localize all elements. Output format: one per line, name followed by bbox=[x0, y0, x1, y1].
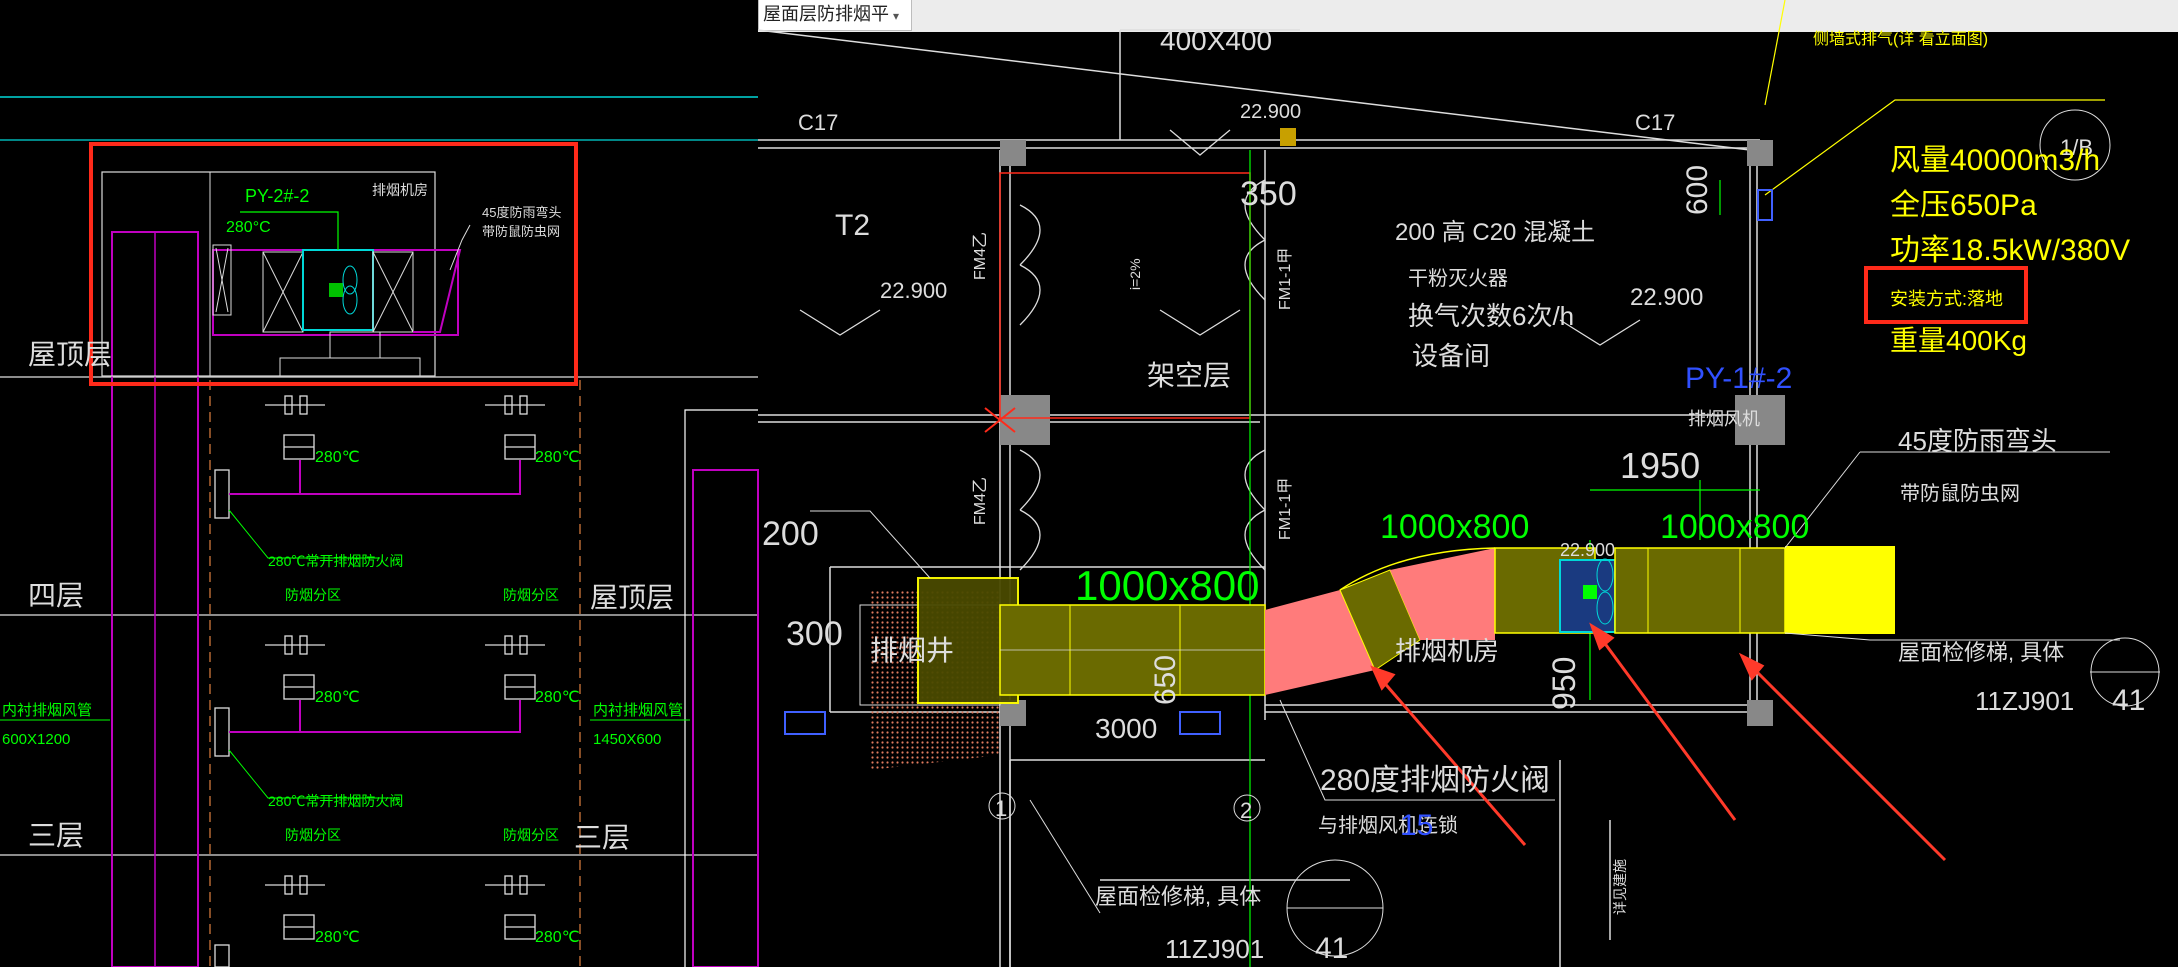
floor-label-f3: 三层 bbox=[28, 820, 84, 851]
right-duct-size: 1450X600 bbox=[593, 731, 661, 748]
left-duct-label: 内衬排烟风管 bbox=[2, 702, 92, 719]
dim350: 350 bbox=[1240, 175, 1297, 213]
cad-drawing[interactable]: 屋顶层 四层 三层 屋顶层 三层 PY-2#-2 排烟机房 280°C 45度防… bbox=[0, 0, 2178, 967]
duct-size-b: 1000x800 bbox=[1380, 508, 1529, 546]
spec-weight: 重量400Kg bbox=[1890, 325, 2027, 356]
dim3000: 3000 bbox=[1095, 713, 1157, 744]
ref2-41: 41 bbox=[1315, 932, 1348, 965]
slab-note: 200 高 C20 混凝土 bbox=[1395, 219, 1595, 246]
fan-label: 排烟风机 bbox=[1688, 409, 1760, 429]
elev-right: 22.900 bbox=[1630, 284, 1703, 311]
axis-2: 2 bbox=[1240, 798, 1252, 823]
left-temp-top: 280°C bbox=[226, 219, 271, 236]
left-fan-id: PY-2#-2 bbox=[245, 186, 309, 206]
elev-duct: 22.900 bbox=[1560, 540, 1615, 560]
left-zone-2b: 防烟分区 bbox=[503, 827, 559, 843]
c17b: C17 bbox=[1635, 110, 1675, 135]
left-temp-3a: 280℃ bbox=[315, 929, 360, 946]
elev-left: 22.900 bbox=[880, 278, 947, 303]
left-bend-line2: 带防鼠防虫网 bbox=[482, 224, 560, 239]
left-duct-size: 600X1200 bbox=[2, 731, 70, 748]
code-15: 15 bbox=[1400, 809, 1433, 842]
fm1b: FM1-1甲 bbox=[1277, 478, 1294, 540]
dim950: 950 bbox=[1546, 657, 1582, 710]
ref2-11zj: 11ZJ901 bbox=[1165, 934, 1264, 964]
ref-11zj: 11ZJ901 bbox=[1975, 686, 2074, 716]
air-change: 换气次数6次/h bbox=[1408, 301, 1574, 331]
spec-mount: 安装方式:落地 bbox=[1890, 289, 2003, 309]
left-temp-2b: 280℃ bbox=[535, 689, 580, 706]
bend-label: 45度防雨弯头 bbox=[1898, 426, 2057, 456]
left-fan-room: 排烟机房 bbox=[372, 182, 428, 198]
fm4a: FM4乙 bbox=[972, 232, 989, 280]
duct-size-a: 1000x800 bbox=[1075, 562, 1260, 609]
equipment-room: 设备间 bbox=[1412, 341, 1490, 371]
left-zone-1b: 防烟分区 bbox=[503, 587, 559, 603]
fan-room: 排烟机房 bbox=[1395, 636, 1499, 666]
slope: i=2% bbox=[1127, 258, 1143, 290]
duct-size-c: 1000x800 bbox=[1660, 508, 1809, 546]
shaft-label: 排烟井 bbox=[870, 635, 954, 666]
c17a: C17 bbox=[798, 110, 838, 135]
dim1950: 1950 bbox=[1620, 445, 1700, 486]
spec-power: 功率18.5kW/380V bbox=[1890, 234, 2130, 267]
roof-ladder: 屋面检修梯, 具体 bbox=[1898, 640, 2064, 665]
left-valve-note-1: 280℃常开排烟防火阀 bbox=[268, 553, 403, 569]
fan-id: PY-1#-2 bbox=[1685, 362, 1792, 395]
highlight-box-left bbox=[89, 142, 578, 386]
top-dim: 400X400 bbox=[1160, 25, 1272, 56]
left-temp-2a: 280℃ bbox=[315, 689, 360, 706]
left-valve-note-2: 280℃常开排烟防火阀 bbox=[268, 793, 403, 809]
note-top: 侧墙式排气(详 看立面图) bbox=[1813, 30, 1988, 48]
floor-label-f3-right: 三层 bbox=[574, 822, 630, 853]
left-temp-1b: 280℃ bbox=[535, 449, 580, 466]
floor-label-f4: 四层 bbox=[28, 580, 84, 611]
ref-41: 41 bbox=[2112, 684, 2145, 717]
overhead-floor: 架空层 bbox=[1147, 360, 1231, 391]
dim600: 600 bbox=[1681, 165, 1714, 215]
elev-top: 22.900 bbox=[1240, 101, 1301, 123]
dim650: 650 bbox=[1149, 655, 1182, 705]
left-section-drawing bbox=[0, 96, 759, 967]
dim200: 200 bbox=[762, 515, 819, 553]
valve-link: 与排烟风机连锁 bbox=[1318, 814, 1458, 837]
valve-280: 280度排烟防火阀 bbox=[1320, 764, 1550, 797]
vert-note: 详见建施 bbox=[1612, 859, 1628, 915]
left-bend-line1: 45度防雨弯头 bbox=[482, 205, 561, 220]
spec-airflow: 风量40000m3/h bbox=[1890, 144, 2100, 177]
right-duct-label: 内衬排烟风管 bbox=[593, 702, 683, 719]
floor-label-roof-right: 屋顶层 bbox=[590, 582, 674, 613]
spec-pressure: 全压650Pa bbox=[1890, 189, 2037, 222]
axis-1: 1 bbox=[995, 796, 1007, 821]
extinguisher: 干粉灭火器 bbox=[1408, 267, 1508, 290]
roof-ladder-2: 屋面检修梯, 具体 bbox=[1095, 884, 1261, 909]
t2-label: T2 bbox=[835, 209, 870, 242]
left-temp-1a: 280℃ bbox=[315, 449, 360, 466]
left-temp-3b: 280℃ bbox=[535, 929, 580, 946]
left-zone-1a: 防烟分区 bbox=[285, 587, 341, 603]
dim300: 300 bbox=[786, 615, 843, 653]
floor-label-roof: 屋顶层 bbox=[28, 339, 112, 370]
left-zone-2a: 防烟分区 bbox=[285, 827, 341, 843]
fm4b: FM4乙 bbox=[972, 477, 989, 525]
mesh-label: 带防鼠防虫网 bbox=[1900, 482, 2020, 505]
fm1a: FM1-1甲 bbox=[1277, 248, 1294, 310]
